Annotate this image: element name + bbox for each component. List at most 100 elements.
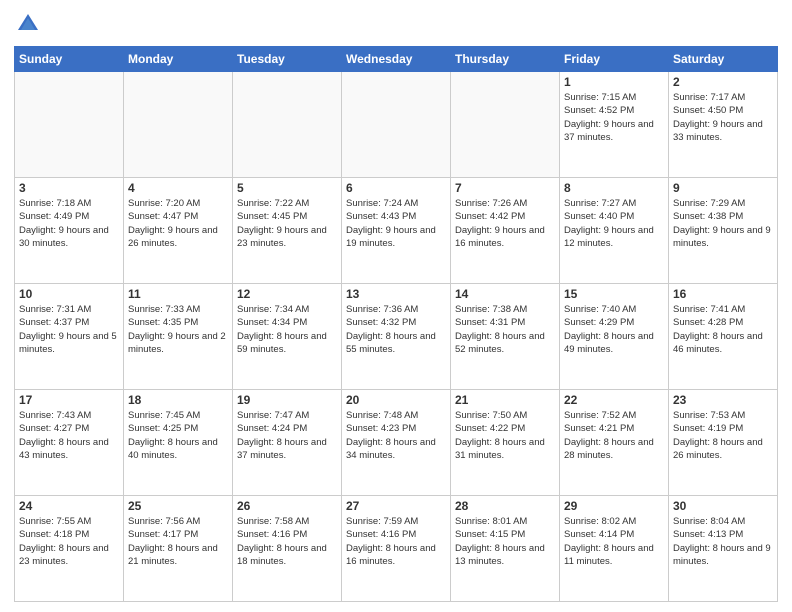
day-info: Sunrise: 7:24 AM Sunset: 4:43 PM Dayligh… xyxy=(346,197,446,250)
day-info: Sunrise: 7:53 AM Sunset: 4:19 PM Dayligh… xyxy=(673,409,773,462)
logo-icon xyxy=(14,10,42,38)
calendar-table: SundayMondayTuesdayWednesdayThursdayFrid… xyxy=(14,46,778,602)
calendar-cell: 17 Sunrise: 7:43 AM Sunset: 4:27 PM Dayli… xyxy=(15,390,124,496)
day-number: 23 xyxy=(673,393,773,407)
day-info: Sunrise: 7:36 AM Sunset: 4:32 PM Dayligh… xyxy=(346,303,446,356)
column-header-wednesday: Wednesday xyxy=(342,47,451,72)
calendar-cell: 11 Sunrise: 7:33 AM Sunset: 4:35 PM Dayli… xyxy=(124,284,233,390)
calendar-cell: 2 Sunrise: 7:17 AM Sunset: 4:50 PM Daylig… xyxy=(669,72,778,178)
column-header-saturday: Saturday xyxy=(669,47,778,72)
day-info: Sunrise: 7:17 AM Sunset: 4:50 PM Dayligh… xyxy=(673,91,773,144)
calendar-cell: 15Sunrise: 7:40 AM Sunset: 4:29 PM Dayli… xyxy=(560,284,669,390)
day-number: 21 xyxy=(455,393,555,407)
calendar-cell: 25 Sunrise: 7:56 AM Sunset: 4:17 PM Dayli… xyxy=(124,496,233,602)
day-number: 25 xyxy=(128,499,228,513)
calendar-cell xyxy=(233,72,342,178)
day-info: Sunrise: 7:29 AM Sunset: 4:38 PM Dayligh… xyxy=(673,197,773,250)
header xyxy=(14,10,778,38)
day-info: Sunrise: 7:34 AM Sunset: 4:34 PM Dayligh… xyxy=(237,303,337,356)
day-number: 19 xyxy=(237,393,337,407)
calendar-cell: 1 Sunrise: 7:15 AM Sunset: 4:52 PM Daylig… xyxy=(560,72,669,178)
day-number: 27 xyxy=(346,499,446,513)
day-info: Sunrise: 8:02 AM Sunset: 4:14 PM Dayligh… xyxy=(564,515,664,568)
day-number: 6 xyxy=(346,181,446,195)
day-number: 13 xyxy=(346,287,446,301)
calendar-cell: 3 Sunrise: 7:18 AM Sunset: 4:49 PM Daylig… xyxy=(15,178,124,284)
day-number: 14 xyxy=(455,287,555,301)
day-number: 10 xyxy=(19,287,119,301)
day-info: Sunrise: 7:26 AM Sunset: 4:42 PM Dayligh… xyxy=(455,197,555,250)
day-info: Sunrise: 7:55 AM Sunset: 4:18 PM Dayligh… xyxy=(19,515,119,568)
day-number: 12 xyxy=(237,287,337,301)
day-number: 20 xyxy=(346,393,446,407)
day-number: 22 xyxy=(564,393,664,407)
day-info: Sunrise: 7:59 AM Sunset: 4:16 PM Dayligh… xyxy=(346,515,446,568)
day-number: 2 xyxy=(673,75,773,89)
calendar-cell: 13 Sunrise: 7:36 AM Sunset: 4:32 PM Dayli… xyxy=(342,284,451,390)
day-number: 5 xyxy=(237,181,337,195)
calendar-cell: 27 Sunrise: 7:59 AM Sunset: 4:16 PM Dayli… xyxy=(342,496,451,602)
calendar-cell: 24 Sunrise: 7:55 AM Sunset: 4:18 PM Dayli… xyxy=(15,496,124,602)
day-info: Sunrise: 7:31 AM Sunset: 4:37 PM Dayligh… xyxy=(19,303,119,356)
day-info: Sunrise: 7:27 AM Sunset: 4:40 PM Dayligh… xyxy=(564,197,664,250)
calendar-cell: 6 Sunrise: 7:24 AM Sunset: 4:43 PM Daylig… xyxy=(342,178,451,284)
day-number: 16 xyxy=(673,287,773,301)
day-info: Sunrise: 7:40 AM Sunset: 4:29 PM Dayligh… xyxy=(564,303,664,356)
day-info: Sunrise: 7:41 AM Sunset: 4:28 PM Dayligh… xyxy=(673,303,773,356)
day-info: Sunrise: 7:48 AM Sunset: 4:23 PM Dayligh… xyxy=(346,409,446,462)
day-info: Sunrise: 7:58 AM Sunset: 4:16 PM Dayligh… xyxy=(237,515,337,568)
calendar-cell: 8Sunrise: 7:27 AM Sunset: 4:40 PM Daylig… xyxy=(560,178,669,284)
day-info: Sunrise: 7:45 AM Sunset: 4:25 PM Dayligh… xyxy=(128,409,228,462)
page: SundayMondayTuesdayWednesdayThursdayFrid… xyxy=(0,0,792,612)
day-info: Sunrise: 7:56 AM Sunset: 4:17 PM Dayligh… xyxy=(128,515,228,568)
calendar-cell: 10 Sunrise: 7:31 AM Sunset: 4:37 PM Dayli… xyxy=(15,284,124,390)
logo xyxy=(14,10,46,38)
calendar-cell: 28Sunrise: 8:01 AM Sunset: 4:15 PM Dayli… xyxy=(451,496,560,602)
calendar-cell xyxy=(124,72,233,178)
day-number: 4 xyxy=(128,181,228,195)
day-number: 24 xyxy=(19,499,119,513)
calendar-cell: 26 Sunrise: 7:58 AM Sunset: 4:16 PM Dayli… xyxy=(233,496,342,602)
calendar-cell xyxy=(451,72,560,178)
calendar-cell: 14 Sunrise: 7:38 AM Sunset: 4:31 PM Dayli… xyxy=(451,284,560,390)
calendar-cell: 12 Sunrise: 7:34 AM Sunset: 4:34 PM Dayli… xyxy=(233,284,342,390)
day-number: 26 xyxy=(237,499,337,513)
day-info: Sunrise: 7:20 AM Sunset: 4:47 PM Dayligh… xyxy=(128,197,228,250)
day-info: Sunrise: 7:22 AM Sunset: 4:45 PM Dayligh… xyxy=(237,197,337,250)
calendar-cell: 18 Sunrise: 7:45 AM Sunset: 4:25 PM Dayli… xyxy=(124,390,233,496)
day-info: Sunrise: 7:33 AM Sunset: 4:35 PM Dayligh… xyxy=(128,303,228,356)
day-info: Sunrise: 7:52 AM Sunset: 4:21 PM Dayligh… xyxy=(564,409,664,462)
calendar-cell: 9Sunrise: 7:29 AM Sunset: 4:38 PM Daylig… xyxy=(669,178,778,284)
calendar-cell: 30 Sunrise: 8:04 AM Sunset: 4:13 PM Dayli… xyxy=(669,496,778,602)
calendar-cell: 19 Sunrise: 7:47 AM Sunset: 4:24 PM Dayli… xyxy=(233,390,342,496)
day-number: 17 xyxy=(19,393,119,407)
day-number: 28 xyxy=(455,499,555,513)
day-number: 29 xyxy=(564,499,664,513)
calendar-cell: 21 Sunrise: 7:50 AM Sunset: 4:22 PM Dayli… xyxy=(451,390,560,496)
day-info: Sunrise: 7:50 AM Sunset: 4:22 PM Dayligh… xyxy=(455,409,555,462)
day-info: Sunrise: 7:38 AM Sunset: 4:31 PM Dayligh… xyxy=(455,303,555,356)
calendar-cell: 22 Sunrise: 7:52 AM Sunset: 4:21 PM Dayli… xyxy=(560,390,669,496)
calendar-cell xyxy=(342,72,451,178)
day-number: 3 xyxy=(19,181,119,195)
column-header-friday: Friday xyxy=(560,47,669,72)
day-info: Sunrise: 8:04 AM Sunset: 4:13 PM Dayligh… xyxy=(673,515,773,568)
calendar-cell: 20 Sunrise: 7:48 AM Sunset: 4:23 PM Dayli… xyxy=(342,390,451,496)
day-info: Sunrise: 7:43 AM Sunset: 4:27 PM Dayligh… xyxy=(19,409,119,462)
day-number: 11 xyxy=(128,287,228,301)
day-info: Sunrise: 7:18 AM Sunset: 4:49 PM Dayligh… xyxy=(19,197,119,250)
day-info: Sunrise: 7:15 AM Sunset: 4:52 PM Dayligh… xyxy=(564,91,664,144)
day-number: 18 xyxy=(128,393,228,407)
calendar-cell: 16 Sunrise: 7:41 AM Sunset: 4:28 PM Dayli… xyxy=(669,284,778,390)
column-header-monday: Monday xyxy=(124,47,233,72)
calendar-cell: 29 Sunrise: 8:02 AM Sunset: 4:14 PM Dayli… xyxy=(560,496,669,602)
day-number: 30 xyxy=(673,499,773,513)
calendar-cell: 23 Sunrise: 7:53 AM Sunset: 4:19 PM Dayli… xyxy=(669,390,778,496)
calendar-cell xyxy=(15,72,124,178)
day-info: Sunrise: 7:47 AM Sunset: 4:24 PM Dayligh… xyxy=(237,409,337,462)
day-number: 1 xyxy=(564,75,664,89)
column-header-thursday: Thursday xyxy=(451,47,560,72)
calendar-cell: 4 Sunrise: 7:20 AM Sunset: 4:47 PM Daylig… xyxy=(124,178,233,284)
calendar-cell: 7Sunrise: 7:26 AM Sunset: 4:42 PM Daylig… xyxy=(451,178,560,284)
column-header-sunday: Sunday xyxy=(15,47,124,72)
